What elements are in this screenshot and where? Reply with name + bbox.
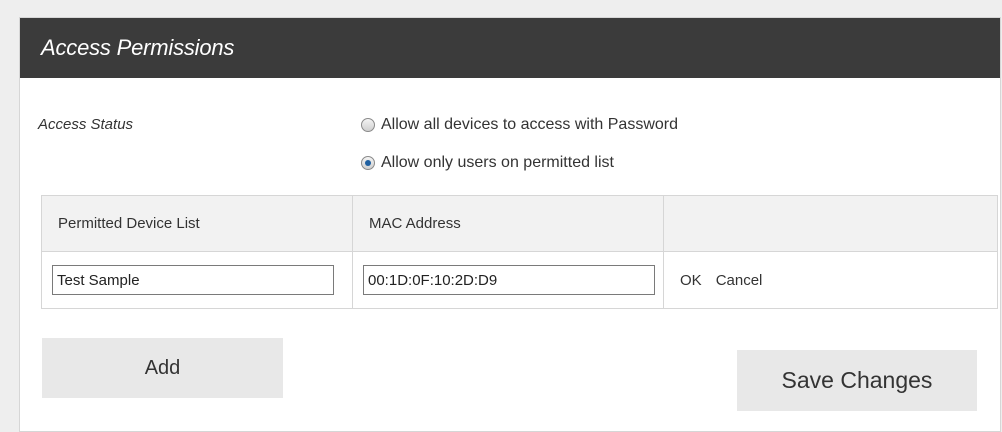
radio-allow-all-label: Allow all devices to access with Passwor… (381, 116, 679, 133)
panel-title: Access Permissions (41, 35, 235, 60)
ok-link[interactable]: OK (680, 272, 702, 289)
radio-allow-all[interactable] (361, 118, 375, 132)
mac-address-cell (352, 251, 664, 309)
column-header-device-list: Permitted Device List (41, 195, 353, 252)
mac-address-input[interactable] (363, 265, 655, 295)
device-name-cell (41, 251, 353, 309)
radio-option-permitted-list[interactable]: Allow only users on permitted list (361, 152, 614, 174)
radio-option-allow-all[interactable]: Allow all devices to access with Passwor… (361, 114, 678, 136)
access-status-label: Access Status (38, 116, 134, 133)
column-header-mac-address: MAC Address (352, 195, 664, 252)
table-row: OK Cancel (41, 251, 998, 309)
access-permissions-panel: Access Permissions Access Status Allow a… (19, 17, 1001, 432)
device-name-input[interactable] (52, 265, 334, 295)
table-header-row: Permitted Device List MAC Address (41, 195, 998, 252)
column-header-actions (663, 195, 998, 252)
cancel-link[interactable]: Cancel (716, 272, 763, 289)
radio-permitted-list-label: Allow only users on permitted list (381, 154, 614, 171)
permitted-devices-table: Permitted Device List MAC Address OK Canc… (41, 195, 998, 309)
save-changes-button[interactable]: Save Changes (737, 350, 977, 411)
radio-permitted-list[interactable] (361, 156, 375, 170)
row-actions-cell: OK Cancel (663, 251, 998, 309)
panel-header: Access Permissions (20, 18, 1000, 78)
add-button[interactable]: Add (42, 338, 283, 398)
